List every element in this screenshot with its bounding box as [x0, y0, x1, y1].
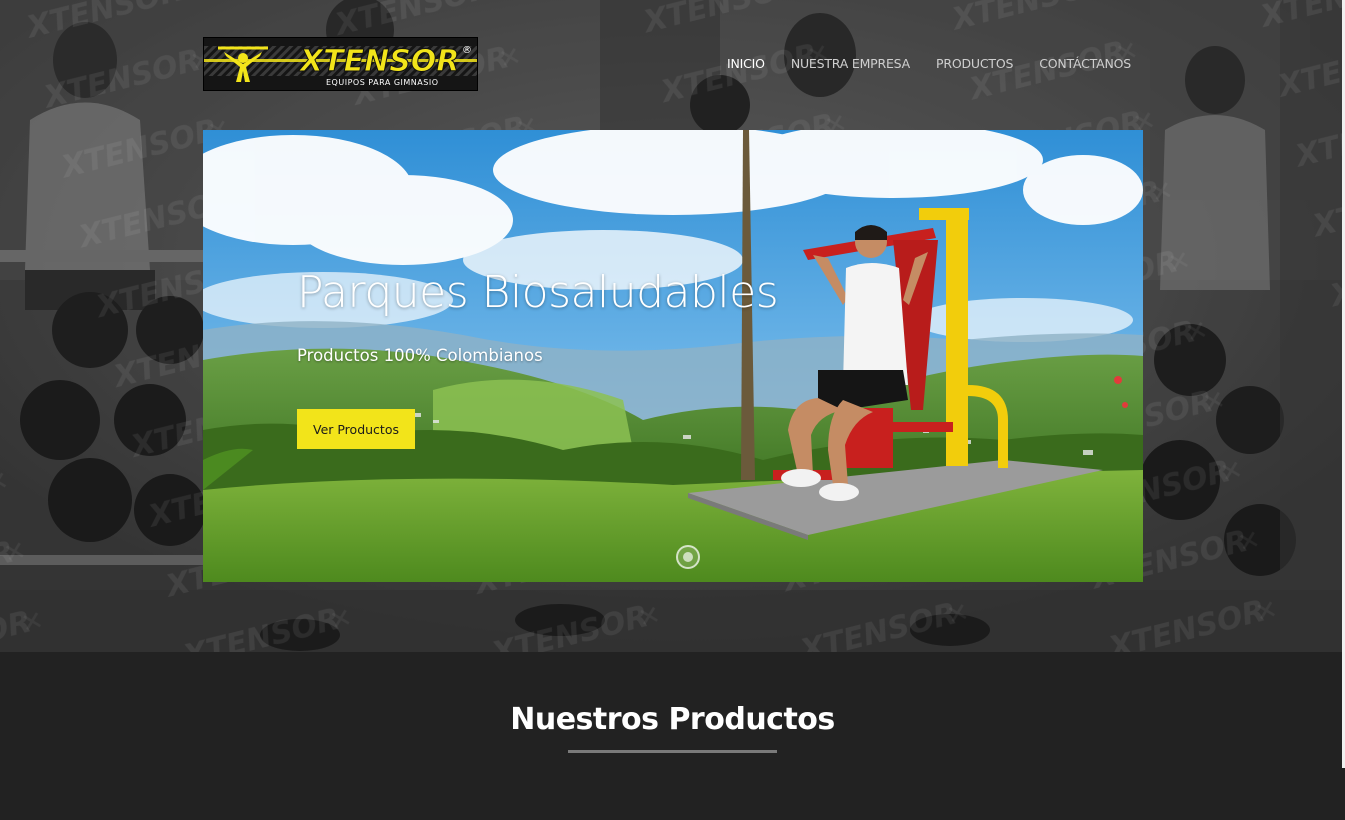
products-section: Nuestros Productos: [0, 652, 1345, 820]
brand-logo[interactable]: XTENSOR ® EQUIPOS PARA GIMNASIO: [203, 37, 478, 91]
nav-item-contactanos[interactable]: CONTÁCTANOS: [1039, 56, 1131, 71]
brand-tagline: EQUIPOS PARA GIMNASIO: [326, 78, 439, 87]
main-nav: INICIO NUESTRA EMPRESA PRODUCTOS CONTÁCT…: [727, 56, 1131, 71]
nav-item-inicio[interactable]: INICIO: [727, 56, 765, 71]
registered-mark: ®: [462, 45, 472, 56]
hero-slider: Parques Biosaludables Productos 100% Col…: [203, 130, 1143, 582]
view-products-button[interactable]: Ver Productos: [297, 409, 415, 449]
nav-item-nuestra-empresa[interactable]: NUESTRA EMPRESA: [791, 56, 910, 71]
slide-subtitle: Productos 100% Colombianos: [297, 346, 543, 365]
slide-title: Parques Biosaludables: [297, 267, 779, 318]
brand-name: XTENSOR: [298, 44, 459, 79]
slider-pagination-dot[interactable]: [676, 545, 700, 569]
nav-item-productos[interactable]: PRODUCTOS: [936, 56, 1013, 71]
products-heading: Nuestros Productos: [510, 702, 835, 737]
heading-divider: [568, 750, 777, 753]
